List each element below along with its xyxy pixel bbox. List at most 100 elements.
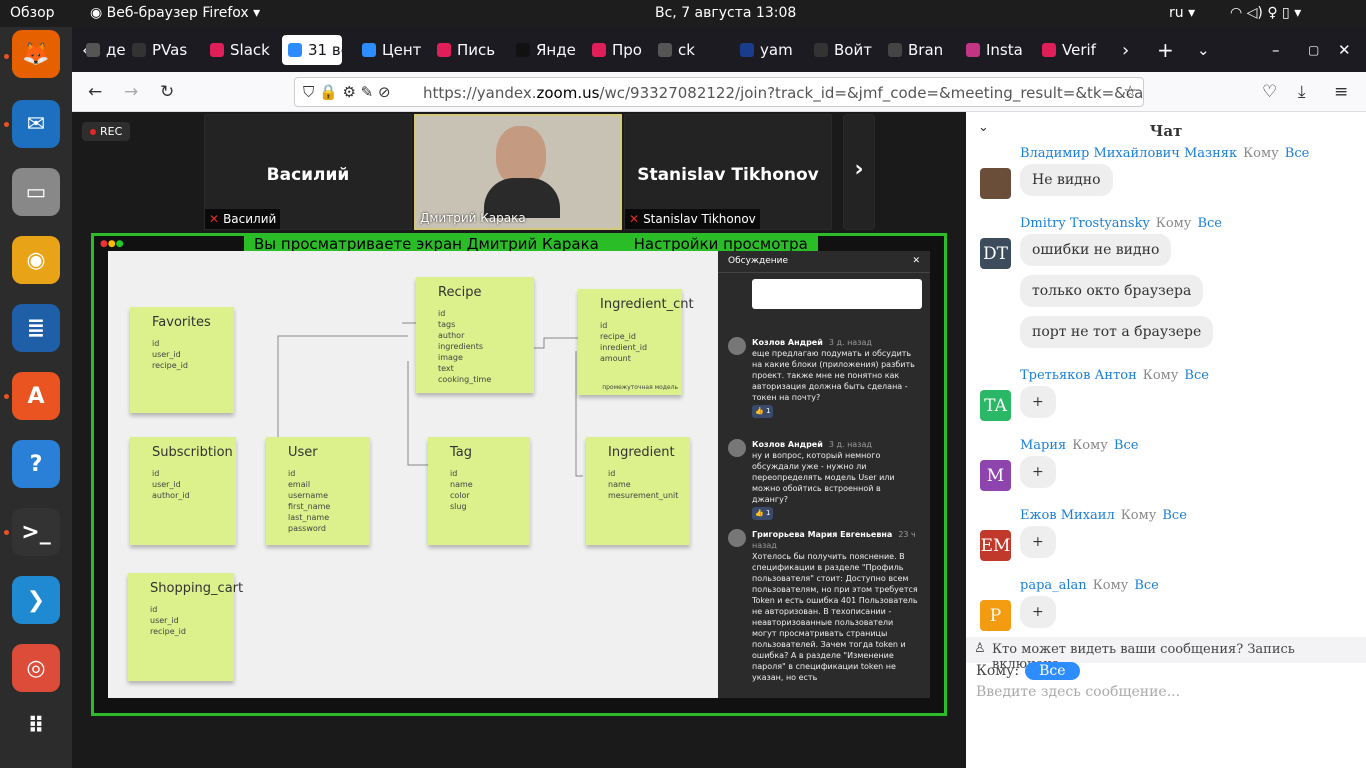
tab-label: 31 во <box>308 41 342 59</box>
browser-tab[interactable]: 31 во✕ <box>282 35 342 65</box>
browser-tab[interactable]: Войт <box>814 35 884 65</box>
sender-name[interactable]: Ежов Михаил <box>1020 508 1115 523</box>
avatar <box>980 168 1011 199</box>
forward-icon[interactable]: → <box>124 82 138 102</box>
person-icon: ♙ <box>974 641 986 656</box>
chrome-icon[interactable]: ◎ <box>12 644 60 692</box>
message-bubble[interactable]: + <box>1020 526 1056 558</box>
participant-tile-vasiliy[interactable]: Василий ✕ Василий <box>204 114 412 230</box>
reaction-badge[interactable]: 👍 1 <box>752 507 774 520</box>
thunderbird-icon[interactable]: ✉ <box>12 100 60 148</box>
bookmark-star-icon[interactable]: ☆ <box>1124 82 1137 100</box>
new-tab-icon[interactable]: + <box>1157 35 1174 65</box>
message-bubble[interactable]: + <box>1020 456 1056 488</box>
tabs-scroll-right-icon[interactable]: › <box>1122 35 1129 65</box>
tab-list-icon[interactable]: ⌄ <box>1197 35 1210 65</box>
files-icon[interactable]: ▭ <box>12 168 60 216</box>
recipient-everyone[interactable]: Все <box>1184 368 1209 383</box>
apps-grid-icon[interactable]: ⠿ <box>12 702 60 750</box>
close-icon[interactable]: ✕ <box>912 256 920 267</box>
discussion-message[interactable]: Козлов Андрей 3 д. назад ну и вопрос, кото… <box>728 439 918 520</box>
tab-favicon <box>740 43 754 57</box>
note-fields: id user_id recipe_id <box>130 330 234 371</box>
sticky-note[interactable]: Ingredient id name mesurement_unit <box>586 437 690 545</box>
browser-tab[interactable]: yam <box>740 35 810 65</box>
reaction-badge[interactable]: 👍 1 <box>752 405 774 418</box>
pocket-icon[interactable]: ♡ <box>1262 82 1277 102</box>
firefox-icon[interactable]: 🦊 <box>12 30 60 78</box>
browser-tab[interactable]: Verif <box>1042 35 1112 65</box>
message-bubble[interactable]: Не видно <box>1020 164 1113 196</box>
writer-icon[interactable]: ≣ <box>12 304 60 352</box>
browser-tab[interactable]: Bran <box>888 35 958 65</box>
browser-tab[interactable]: Про <box>592 35 662 65</box>
sticky-note[interactable]: Tag id name color slug <box>428 437 530 545</box>
browser-tab[interactable]: Slack <box>210 35 280 65</box>
help-icon[interactable]: ? <box>12 440 60 488</box>
sender-name[interactable]: Мария <box>1020 438 1066 453</box>
browser-tab[interactable]: Цент <box>362 35 432 65</box>
message-bubble[interactable]: + <box>1020 596 1056 628</box>
sticky-note[interactable]: Favorites id user_id recipe_id <box>130 307 234 413</box>
recipient-everyone[interactable]: Все <box>1134 578 1159 593</box>
browser-tab[interactable]: PVas <box>132 35 202 65</box>
sender-name[interactable]: Владимир Михайлович Мазняк <box>1020 146 1237 161</box>
vscode-icon[interactable]: ❯ <box>12 576 60 624</box>
software-icon[interactable]: A <box>12 372 60 420</box>
app-menu[interactable]: ◉ Веб-браузер Firefox ▾ <box>90 5 260 21</box>
rhythmbox-icon[interactable]: ◉ <box>12 236 60 284</box>
message-bubble[interactable]: порт не тот а браузере <box>1020 316 1214 348</box>
recipient-everyone[interactable]: Все <box>1162 508 1187 523</box>
note-field: first_name <box>288 502 331 511</box>
sender-name[interactable]: Третьяков Антон <box>1020 368 1137 383</box>
participant-tile-dmitry[interactable]: Дмитрий Карака <box>414 114 622 230</box>
sticky-note[interactable]: User id email username first_name last_name pa… <box>266 437 370 545</box>
sticky-note[interactable]: Subscribtion id user_id author_id <box>130 437 236 545</box>
activities-button[interactable]: Обзор <box>10 5 55 21</box>
browser-tab[interactable]: Янде <box>516 35 586 65</box>
message-time: 3 д. назад <box>828 440 872 449</box>
clock[interactable]: Вс, 7 августа 13:08 <box>655 5 796 21</box>
recipient-everyone[interactable]: Все <box>1114 438 1139 453</box>
reload-icon[interactable]: ↻ <box>160 82 174 102</box>
menu-icon[interactable]: ≡ <box>1334 82 1348 102</box>
status-icons[interactable]: ◠ ◁) ♀ ▯ ▾ <box>1230 5 1301 21</box>
site-icons[interactable]: ⛉ 🔒 ⚙ ✎ ⊘ <box>303 83 391 101</box>
privacy-notice[interactable]: ♙ Кто может видеть ваши сообщения? Запись… <box>966 637 1366 672</box>
recipient-everyone[interactable]: Все <box>1197 216 1222 231</box>
back-icon[interactable]: ← <box>88 82 102 102</box>
maximize-icon[interactable]: ▢ <box>1308 35 1319 65</box>
minimize-icon[interactable]: – <box>1272 35 1280 65</box>
next-participants-button[interactable]: › <box>843 114 875 230</box>
recipient-dropdown[interactable]: Все <box>1025 662 1080 680</box>
terminal-icon[interactable]: >_ <box>12 508 60 556</box>
chat-input[interactable]: Введите здесь сообщение... <box>976 684 1180 700</box>
message-bubble[interactable]: ошибки не видно <box>1020 234 1172 266</box>
attachment-preview[interactable] <box>752 279 922 309</box>
language-indicator[interactable]: ru ▾ <box>1169 5 1195 21</box>
message-header: Владимир Михайлович Мазняк Кому Все <box>1020 146 1309 161</box>
sender-name[interactable]: papa_alan <box>1020 578 1087 593</box>
note-field: id <box>288 469 296 478</box>
tab-bar: ‹ деPVasSlack31 во✕ЦентПисьЯндеПроckyamВ… <box>72 27 1366 72</box>
sticky-note[interactable]: Ingredient_cnt id recipe_id inredient_id amo… <box>578 289 694 395</box>
browser-tab[interactable]: Insta <box>966 35 1036 65</box>
browser-tab[interactable]: ck <box>658 35 728 65</box>
sticky-note[interactable]: Recipe id tags author ingredients image text co… <box>416 277 534 393</box>
tab-favicon <box>132 43 146 57</box>
message-bubble[interactable]: + <box>1020 386 1056 418</box>
note-field: password <box>288 524 326 533</box>
recipient-everyone[interactable]: Все <box>1285 146 1310 161</box>
message-bubble[interactable]: только окто браузера <box>1020 275 1204 307</box>
participant-tile-stanislav[interactable]: Stanislav Tikhonov ✕ Stanislav Tikhonov <box>624 114 832 230</box>
note-field: id <box>450 469 458 478</box>
close-window-icon[interactable]: ✕ <box>1338 35 1351 65</box>
discussion-message[interactable]: Григорьева Мария Евгеньевна 23 ч назад Хот… <box>728 529 918 683</box>
sender-name[interactable]: Dmitry Trostyansky <box>1020 216 1150 231</box>
note-field: id <box>150 605 158 614</box>
browser-tab[interactable]: Пись <box>437 35 507 65</box>
discussion-message[interactable]: Козлов Андрей 3 д. назад еще предлагаю под… <box>728 337 918 418</box>
url-bar[interactable]: ⛉ 🔒 ⚙ ✎ ⊘ https://yandex.zoom.us/wc/9332… <box>294 77 1144 107</box>
sticky-note[interactable]: Shopping_cart id user_id recipe_id <box>128 573 243 681</box>
downloads-icon[interactable]: ⤓ <box>1298 82 1306 102</box>
